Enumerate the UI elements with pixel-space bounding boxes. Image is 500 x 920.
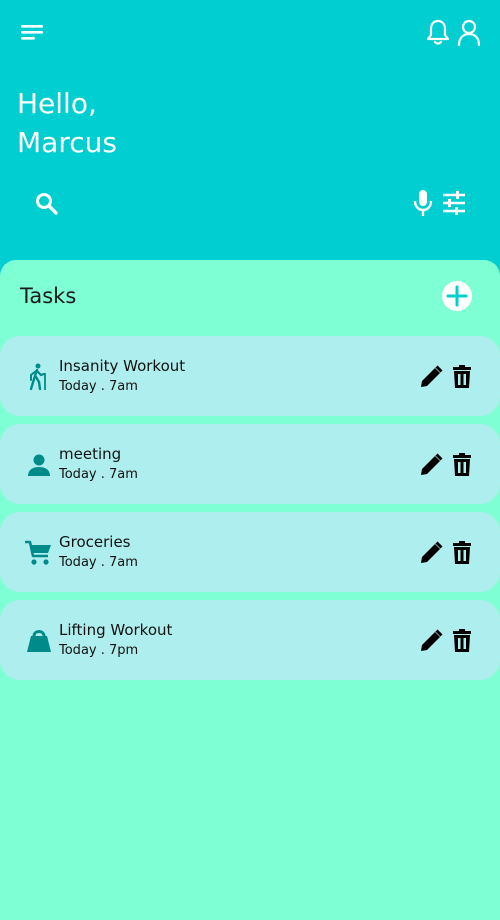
edit-task-button[interactable] — [418, 628, 444, 654]
trash-icon — [453, 365, 471, 388]
edit-task-button[interactable] — [418, 452, 444, 478]
filter-icon — [443, 191, 465, 215]
add-task-button[interactable] — [442, 281, 472, 311]
person-icon — [28, 454, 50, 476]
task-card[interactable]: meeting Today . 7am — [0, 424, 500, 504]
voice-search-button[interactable] — [410, 187, 436, 219]
search-icon — [36, 193, 58, 215]
delete-task-button[interactable] — [449, 364, 475, 390]
task-card[interactable]: Insanity Workout Today . 7am — [0, 336, 500, 416]
task-title: meeting — [59, 445, 122, 463]
delete-task-button[interactable] — [449, 540, 475, 566]
task-time: Today . 7pm — [59, 643, 139, 658]
task-title: Lifting Workout — [59, 621, 173, 639]
task-time: Today . 7am — [59, 467, 138, 482]
greeting-hello: Hello, — [17, 87, 97, 120]
delete-task-button[interactable] — [449, 452, 475, 478]
trash-icon — [453, 629, 471, 652]
pencil-icon — [421, 453, 443, 475]
menu-icon — [21, 25, 43, 40]
cart-icon — [25, 540, 51, 565]
menu-button[interactable] — [18, 20, 46, 44]
task-title: Groceries — [59, 533, 131, 551]
notifications-button[interactable] — [424, 17, 452, 47]
app-header: Hello, Marcus — [0, 0, 500, 260]
pencil-icon — [421, 629, 443, 651]
bell-icon — [426, 19, 450, 45]
trash-icon — [453, 453, 471, 476]
edit-task-button[interactable] — [418, 364, 444, 390]
tasks-heading: Tasks — [20, 284, 77, 308]
pencil-icon — [421, 365, 443, 387]
mic-icon — [413, 190, 433, 216]
task-title: Insanity Workout — [59, 357, 186, 375]
trash-icon — [453, 541, 471, 564]
user-icon — [457, 19, 481, 46]
edit-task-button[interactable] — [418, 540, 444, 566]
search-button[interactable] — [32, 189, 62, 219]
task-card[interactable]: Lifting Workout Today . 7pm — [0, 600, 500, 680]
pencil-icon — [421, 541, 443, 563]
add-icon — [446, 285, 468, 307]
task-card[interactable]: Groceries Today . 7am — [0, 512, 500, 592]
profile-button[interactable] — [455, 17, 483, 47]
weight-icon — [27, 630, 51, 652]
task-time: Today . 7am — [59, 555, 138, 570]
hiking-icon — [29, 363, 46, 391]
filter-button[interactable] — [439, 188, 469, 218]
delete-task-button[interactable] — [449, 628, 475, 654]
task-time: Today . 7am — [59, 379, 138, 394]
greeting: Hello, Marcus — [17, 84, 117, 162]
greeting-username: Marcus — [17, 126, 117, 159]
